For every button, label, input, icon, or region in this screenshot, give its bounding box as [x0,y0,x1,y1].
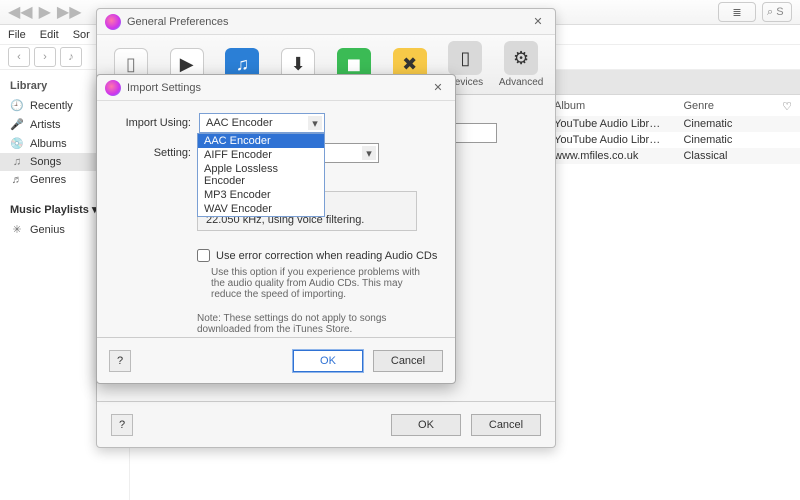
itunes-store-note: Note: These settings do not apply to son… [197,313,427,335]
close-icon[interactable]: ✕ [429,79,447,97]
col-genre[interactable]: Genre [683,100,774,113]
help-button[interactable]: ? [109,350,131,372]
import-titlebar[interactable]: Import Settings ✕ [97,75,455,101]
cell-genre: Classical [683,150,774,162]
chevron-down-icon[interactable]: ▾ [308,116,322,130]
music-category-icon[interactable]: ♪ [60,47,82,67]
playlist-item-label: Genius [30,224,65,236]
import-using-value: AAC Encoder [206,117,273,129]
import-ok-button[interactable]: OK [293,350,363,372]
import-title: Import Settings [127,82,429,94]
import-cancel-button[interactable]: Cancel [373,350,443,372]
tab-advanced[interactable]: ⚙Advanced [494,41,548,88]
table-body: YouTube Audio Libr…CinematicYouTube Audi… [540,116,800,164]
itunes-icon [105,14,121,30]
sidebar-icon: 🎤 [10,118,24,131]
cell-album: YouTube Audio Libr… [554,118,683,130]
error-correction-hint: Use this option if you experience proble… [211,267,431,300]
chevron-down-icon[interactable]: ▾ [362,146,376,160]
table-row[interactable]: ov…www.mfiles.co.ukClassical [540,148,800,164]
sidebar-item-label: Artists [30,119,61,131]
next-track-icon[interactable]: ▶▶ [57,2,82,22]
prefs-ok-button[interactable]: OK [391,414,461,436]
close-icon[interactable]: ✕ [529,13,547,31]
error-correction-label: Use error correction when reading Audio … [216,250,437,262]
sidebar-icon: 💿 [10,137,24,150]
prefs-title: General Preferences [127,16,529,28]
col-love-icon[interactable]: ♡ [774,100,800,113]
encoder-option[interactable]: AAC Encoder [198,134,324,148]
import-settings-dialog: Import Settings ✕ Import Using: AAC Enco… [96,74,456,384]
error-correction-checkbox[interactable] [197,249,210,262]
sidebar-icon: ♬ [10,174,24,186]
table-row[interactable]: YouTube Audio Libr…Cinematic [540,132,800,148]
setting-label: Setting: [113,147,191,159]
cell-genre: Cinematic [683,118,774,130]
prev-track-icon[interactable]: ◀◀ [8,2,33,22]
sidebar-icon: ♫ [10,156,24,168]
import-using-dropdown[interactable]: AAC Encoder ▾ [199,113,325,133]
play-icon[interactable]: ▶ [39,2,51,22]
search-input[interactable]: ⌕ S [762,2,792,22]
playback-controls: ◀◀ ▶ ▶▶ [8,2,82,22]
encoder-option[interactable]: Apple Lossless Encoder [198,162,324,188]
forward-button[interactable]: › [34,47,56,67]
sidebar-item-label: Genres [30,174,66,186]
sidebar-item-label: Recently [30,100,73,112]
sidebar-item-label: Albums [30,138,67,150]
table-header: ^ Album Genre ♡ [540,97,800,117]
back-button[interactable]: ‹ [8,47,30,67]
import-using-label: Import Using: [113,117,191,129]
help-button[interactable]: ? [111,414,133,436]
prefs-cancel-button[interactable]: Cancel [471,414,541,436]
genius-icon: ✳ [10,223,24,236]
cell-genre: Cinematic [683,134,774,146]
col-album[interactable]: Album [554,100,683,113]
encoder-option[interactable]: AIFF Encoder [198,148,324,162]
menu-file[interactable]: File [8,29,26,41]
menu-edit[interactable]: Edit [40,29,59,41]
list-view-button[interactable]: ≣ [718,2,756,22]
encoder-option[interactable]: MP3 Encoder [198,188,324,202]
menu-song[interactable]: Sor [73,29,90,41]
sidebar-item-label: Songs [30,156,61,168]
table-row[interactable]: YouTube Audio Libr…Cinematic [540,116,800,132]
encoder-option[interactable]: WAV Encoder [198,202,324,216]
encoder-dropdown-list: AAC EncoderAIFF EncoderApple Lossless En… [197,133,325,217]
cell-album: YouTube Audio Libr… [554,134,683,146]
itunes-icon [105,80,121,96]
sidebar-icon: 🕘 [10,99,24,112]
prefs-titlebar[interactable]: General Preferences ✕ [97,9,555,35]
cell-album: www.mfiles.co.uk [554,150,683,162]
